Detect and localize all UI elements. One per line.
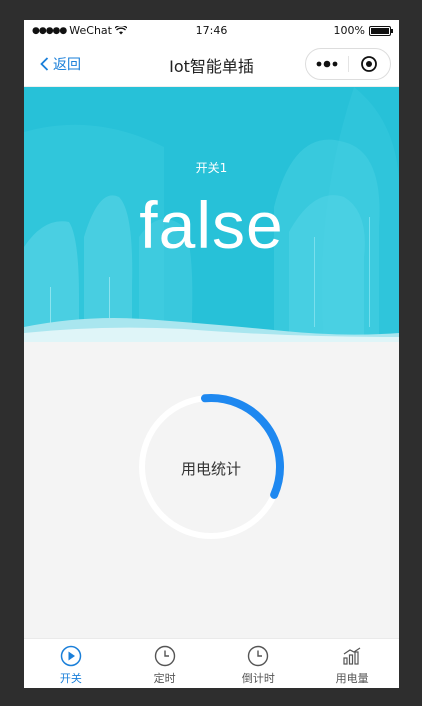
close-button[interactable]	[349, 49, 391, 79]
tab-timer[interactable]: 定时	[118, 639, 212, 688]
clock-icon	[154, 645, 175, 667]
phone-screen: ●●●●● WeChat 17:46 100% 返回 Iot智能单插 开关1 f…	[24, 20, 399, 688]
usage-stats-label: 用电统计	[180, 460, 241, 478]
usage-ring[interactable]: 用电统计	[135, 391, 287, 543]
hero-banner: 开关1 false	[24, 87, 399, 342]
tab-timer-label: 定时	[153, 672, 176, 685]
tab-power-usage[interactable]: 用电量	[305, 639, 399, 688]
tab-bar: 开关 定时 倒计时 用电量	[24, 638, 399, 688]
target-icon	[361, 56, 378, 72]
tab-countdown[interactable]: 倒计时	[212, 639, 306, 688]
bar-chart-icon	[343, 647, 361, 665]
play-icon	[60, 645, 82, 667]
switch-state[interactable]: false	[24, 187, 399, 263]
switch-name: 开关1	[195, 161, 228, 175]
tab-switch[interactable]: 开关	[24, 639, 118, 688]
battery-icon	[369, 25, 393, 36]
more-icon	[316, 60, 338, 68]
tab-power-usage-label: 用电量	[335, 672, 369, 685]
tab-switch-label: 开关	[59, 672, 82, 685]
battery-percent: 100%	[333, 24, 365, 37]
more-button[interactable]	[306, 49, 348, 79]
usage-ring-progress	[200, 394, 284, 499]
tab-countdown-label: 倒计时	[241, 672, 275, 685]
nav-bar: 返回 Iot智能单插	[24, 42, 399, 87]
mini-program-capsule	[305, 48, 391, 80]
timer-icon	[248, 645, 269, 667]
status-bar: ●●●●● WeChat 17:46 100%	[24, 20, 399, 42]
